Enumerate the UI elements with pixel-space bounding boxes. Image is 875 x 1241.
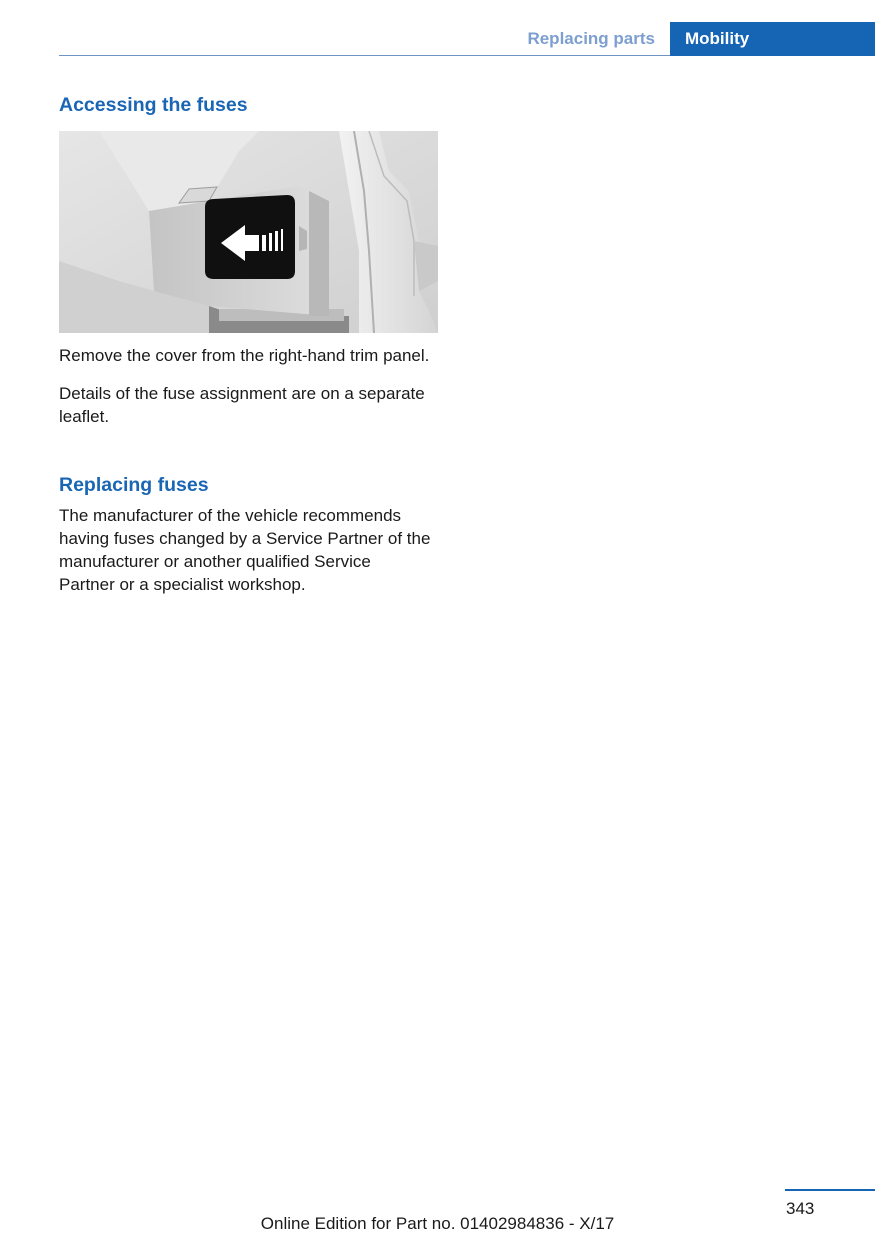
edition-footer: Online Edition for Part no. 01402984836 … <box>260 1214 615 1233</box>
heading-accessing-fuses: Accessing the fuses <box>59 94 248 116</box>
trim-panel-cover-illustration <box>59 131 438 333</box>
header-section-title: Replacing parts <box>527 29 655 48</box>
paragraph-fuse-assignment: Details of the fuse assignment are on a … <box>59 384 425 426</box>
header-chapter-label: Mobility <box>685 29 750 48</box>
header-chapter-tab: Mobility <box>670 22 875 56</box>
text-block-2: The manufacturer of the vehicle recommen… <box>59 504 431 596</box>
text-block-1: Remove the cover from the right-hand tri… <box>59 344 439 428</box>
paragraph-remove-cover: Remove the cover from the right-hand tri… <box>59 346 430 365</box>
footer-rule <box>785 1189 875 1191</box>
paragraph-manufacturer-recommends: The manufacturer of the vehicle recommen… <box>59 506 431 594</box>
heading-replacing-fuses: Replacing fuses <box>59 474 209 496</box>
